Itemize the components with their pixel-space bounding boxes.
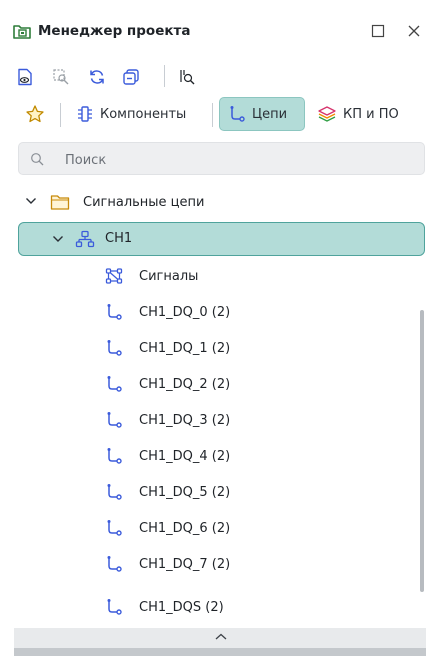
- tree-node-label: CH1_DQ_1 (2): [139, 341, 231, 356]
- tree-node-net[interactable]: CH1_DQ_0 (2): [0, 294, 426, 330]
- tree-node-ch1[interactable]: CH1: [18, 222, 425, 256]
- collapse-window-icon: [123, 69, 139, 85]
- net-icon: [105, 339, 123, 361]
- tree-node-net[interactable]: CH1_DQ_4 (2): [0, 438, 426, 474]
- tree-node-label: CH1_DQ_4 (2): [139, 449, 231, 464]
- toolbar-divider: [164, 65, 165, 87]
- tree-node-label: CH1_DQ_0 (2): [139, 305, 231, 320]
- vertical-scrollbar[interactable]: [420, 310, 424, 592]
- favorites-button[interactable]: [24, 103, 46, 125]
- chevron-up-icon[interactable]: [214, 631, 228, 647]
- net-icon: [105, 483, 123, 505]
- filter-search-icon: [180, 70, 195, 85]
- document-view-icon: [18, 68, 32, 86]
- maximize-button[interactable]: [368, 21, 388, 41]
- net-icon: [105, 375, 123, 397]
- search-box: [18, 142, 425, 175]
- chevron-down-icon[interactable]: [24, 194, 38, 212]
- tab-pads-vias[interactable]: КП и ПО: [309, 97, 407, 131]
- folder-icon: [50, 193, 70, 215]
- tab-components-label: Компоненты: [100, 106, 187, 122]
- tabs-divider: [212, 103, 213, 127]
- close-button[interactable]: [404, 21, 424, 41]
- net-icon: [230, 106, 245, 122]
- search-icon: [30, 152, 44, 170]
- tabs-divider: [60, 103, 61, 127]
- tree-node-label: CH1_DQ_2 (2): [139, 377, 231, 392]
- net-icon: [105, 519, 123, 541]
- bottom-panel-edge: [14, 648, 426, 656]
- tree-node-label: CH1_DQ_5 (2): [139, 485, 231, 500]
- tree-node-label: Сигналы: [139, 269, 199, 284]
- tree-node-label: CH1_DQ_6 (2): [139, 521, 231, 536]
- panel-header: Менеджер проекта: [0, 0, 426, 62]
- tree-node-signals[interactable]: Сигналы: [0, 258, 426, 294]
- tree-node-net[interactable]: CH1_DQ_1 (2): [0, 330, 426, 366]
- tab-pads-vias-label: КП и ПО: [343, 106, 399, 122]
- tree-node-label: CH1: [105, 231, 133, 246]
- collapse-window-button[interactable]: [120, 66, 142, 88]
- tab-nets[interactable]: Цепи: [219, 97, 305, 131]
- search-input[interactable]: [63, 149, 407, 171]
- tree-node-label: CH1_DQ_3 (2): [139, 413, 231, 428]
- tree-node-net[interactable]: CH1_DQ_3 (2): [0, 402, 426, 438]
- star-icon: [26, 105, 44, 123]
- component-icon: [78, 106, 92, 122]
- tree-toolbar: [0, 60, 426, 92]
- filter-search-button[interactable]: [176, 66, 198, 88]
- net-icon: [105, 555, 123, 577]
- net-icon: [105, 303, 123, 325]
- zoom-select-icon: [53, 69, 69, 85]
- chevron-down-icon[interactable]: [51, 232, 65, 250]
- folder-board-icon: [12, 21, 32, 41]
- net-icon: [105, 447, 123, 469]
- maximize-square-icon: [371, 24, 385, 38]
- tree-node-net[interactable]: CH1_DQ_5 (2): [0, 474, 426, 510]
- net-icon: [105, 598, 123, 620]
- tab-components[interactable]: Компоненты: [68, 97, 194, 131]
- refresh-button[interactable]: [86, 66, 108, 88]
- zoom-select-button[interactable]: [50, 66, 72, 88]
- close-icon: [408, 25, 420, 37]
- document-view-button[interactable]: [14, 66, 36, 88]
- tab-nets-label: Цепи: [252, 106, 288, 122]
- tree-node-net[interactable]: CH1_DQ_2 (2): [0, 366, 426, 402]
- net-group-icon: [75, 230, 95, 252]
- tree-node-signal-nets[interactable]: Сигнальные цепи: [0, 185, 426, 221]
- tree-node-net[interactable]: CH1_DQ_7 (2): [0, 546, 426, 582]
- tree-node-net[interactable]: CH1_DQS (2): [0, 589, 426, 625]
- net-icon: [105, 411, 123, 433]
- tree-node-label: CH1_DQ_7 (2): [139, 557, 231, 572]
- tree-node-net[interactable]: CH1_DQ_6 (2): [0, 510, 426, 546]
- tree-node-label: CH1_DQS (2): [139, 600, 224, 615]
- layers-icon: [318, 106, 336, 122]
- refresh-icon: [90, 70, 104, 84]
- view-tabs: Компоненты Цепи КП и ПО: [0, 97, 426, 133]
- panel-title: Менеджер проекта: [38, 23, 191, 39]
- tree-node-label: Сигнальные цепи: [83, 195, 205, 210]
- signals-icon: [105, 267, 123, 289]
